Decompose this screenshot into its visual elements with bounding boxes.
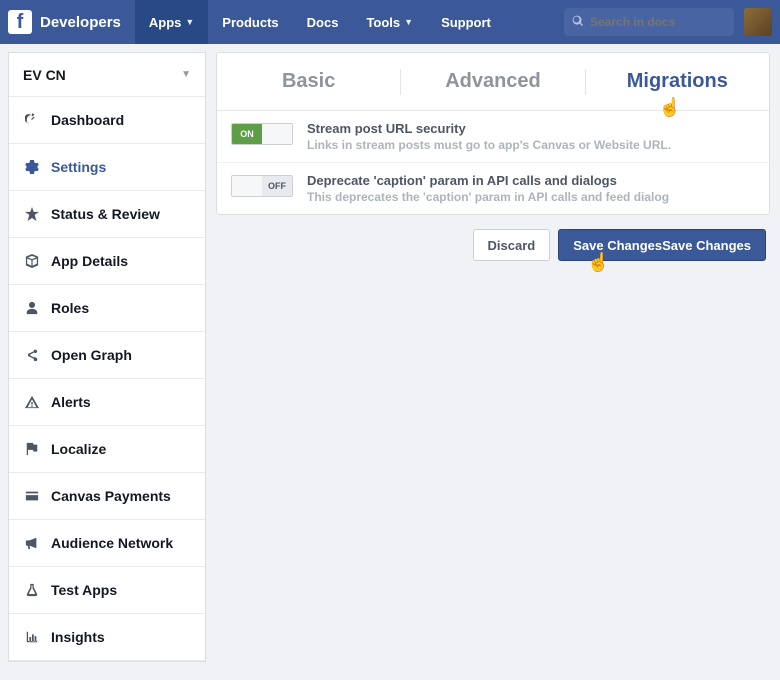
chart-icon xyxy=(23,630,41,644)
sidebar-item-label: Roles xyxy=(51,300,89,316)
nav-label: Support xyxy=(441,15,491,30)
nav-support[interactable]: Support xyxy=(427,0,505,44)
toggle-off-label: OFF xyxy=(262,176,292,196)
search-icon xyxy=(572,15,584,30)
sidebar-item-localize[interactable]: Localize xyxy=(9,426,205,473)
caret-down-icon: ▼ xyxy=(181,69,191,80)
tabs: Basic Advanced Migrations ☝ xyxy=(217,53,769,111)
nav-docs[interactable]: Docs xyxy=(293,0,353,44)
sidebar-item-insights[interactable]: Insights xyxy=(9,614,205,661)
avatar[interactable] xyxy=(744,8,772,36)
nav-apps[interactable]: Apps ▼ xyxy=(135,0,208,44)
warning-icon xyxy=(23,395,41,409)
caret-down-icon: ▼ xyxy=(404,17,413,27)
sidebar-item-settings[interactable]: Settings xyxy=(9,144,205,191)
toggle-on-label xyxy=(232,176,262,196)
setting-row: ON Stream post URL security Links in strea… xyxy=(217,111,769,163)
sidebar-item-label: Alerts xyxy=(51,394,91,410)
sidebar-item-status-review[interactable]: Status & Review xyxy=(9,191,205,238)
settings-list: ON Stream post URL security Links in strea… xyxy=(217,111,769,214)
toggle-off-label xyxy=(262,124,292,144)
toggle-on-label: ON xyxy=(232,124,262,144)
setting-title: Deprecate 'caption' param in API calls a… xyxy=(307,173,669,188)
settings-panel: Basic Advanced Migrations ☝ ON Stream pos… xyxy=(216,52,770,215)
cube-icon xyxy=(23,254,41,268)
sidebar-item-label: Settings xyxy=(51,159,106,175)
setting-desc: This deprecates the 'caption' param in A… xyxy=(307,190,669,204)
nav-label: Tools xyxy=(366,15,400,30)
tab-advanced[interactable]: Advanced xyxy=(401,70,584,93)
toggle-off[interactable]: OFF xyxy=(231,175,293,197)
card-icon xyxy=(23,489,41,503)
search-input[interactable] xyxy=(590,15,726,29)
toggle-on[interactable]: ON xyxy=(231,123,293,145)
sidebar-item-label: Open Graph xyxy=(51,347,132,363)
sidebar-item-label: Insights xyxy=(51,629,105,645)
sidebar-item-open-graph[interactable]: Open Graph xyxy=(9,332,205,379)
speedometer-icon xyxy=(23,113,41,127)
sidebar-item-label: Localize xyxy=(51,441,106,457)
tab-migrations[interactable]: Migrations xyxy=(586,70,769,93)
sidebar-item-label: Test Apps xyxy=(51,582,117,598)
sidebar-item-audience-network[interactable]: Audience Network xyxy=(9,520,205,567)
nav-label: Apps xyxy=(149,15,182,30)
sidebar-item-label: Dashboard xyxy=(51,112,124,128)
sidebar-item-label: Canvas Payments xyxy=(51,488,171,504)
facebook-logo[interactable]: f xyxy=(8,10,32,34)
sidebar: EV CN ▼ Dashboard Settings Status & Review… xyxy=(8,52,206,662)
setting-title: Stream post URL security xyxy=(307,121,671,136)
setting-desc: Links in stream posts must go to app's C… xyxy=(307,138,671,152)
megaphone-icon xyxy=(23,536,41,550)
setting-text: Deprecate 'caption' param in API calls a… xyxy=(307,173,669,204)
share-icon xyxy=(23,348,41,362)
nav-label: Docs xyxy=(307,15,339,30)
nav-label: Products xyxy=(222,15,278,30)
flag-icon xyxy=(23,442,41,456)
discard-button[interactable]: Discard xyxy=(473,229,551,261)
main: Basic Advanced Migrations ☝ ON Stream pos… xyxy=(206,44,780,670)
sidebar-item-label: Audience Network xyxy=(51,535,173,551)
nav-products[interactable]: Products xyxy=(208,0,292,44)
flask-icon xyxy=(23,583,41,597)
cursor-hand-icon: ☝ xyxy=(587,252,609,273)
actions-bar: Discard Save ChangesSave Changes ☝ xyxy=(216,215,770,261)
caret-down-icon: ▼ xyxy=(185,17,194,27)
sidebar-item-app-details[interactable]: App Details xyxy=(9,238,205,285)
sidebar-item-label: App Details xyxy=(51,253,128,269)
person-icon xyxy=(23,301,41,315)
sidebar-item-dashboard[interactable]: Dashboard xyxy=(9,97,205,144)
sidebar-item-test-apps[interactable]: Test Apps xyxy=(9,567,205,614)
brand-label[interactable]: Developers xyxy=(40,14,121,31)
sidebar-item-label: Status & Review xyxy=(51,206,160,222)
app-selector[interactable]: EV CN ▼ xyxy=(9,53,205,97)
star-icon xyxy=(23,207,41,221)
tab-basic[interactable]: Basic xyxy=(217,70,400,93)
setting-row: OFF Deprecate 'caption' param in API call… xyxy=(217,163,769,214)
save-button[interactable]: Save ChangesSave Changes ☝ xyxy=(558,229,766,261)
search-box[interactable] xyxy=(564,8,734,36)
sidebar-item-roles[interactable]: Roles xyxy=(9,285,205,332)
gear-icon xyxy=(23,160,41,174)
topbar: f Developers Apps ▼ Products Docs Tools … xyxy=(0,0,780,44)
app-name: EV CN xyxy=(23,67,66,83)
sidebar-item-canvas-payments[interactable]: Canvas Payments xyxy=(9,473,205,520)
setting-text: Stream post URL security Links in stream … xyxy=(307,121,671,152)
nav-tools[interactable]: Tools ▼ xyxy=(352,0,427,44)
sidebar-item-alerts[interactable]: Alerts xyxy=(9,379,205,426)
